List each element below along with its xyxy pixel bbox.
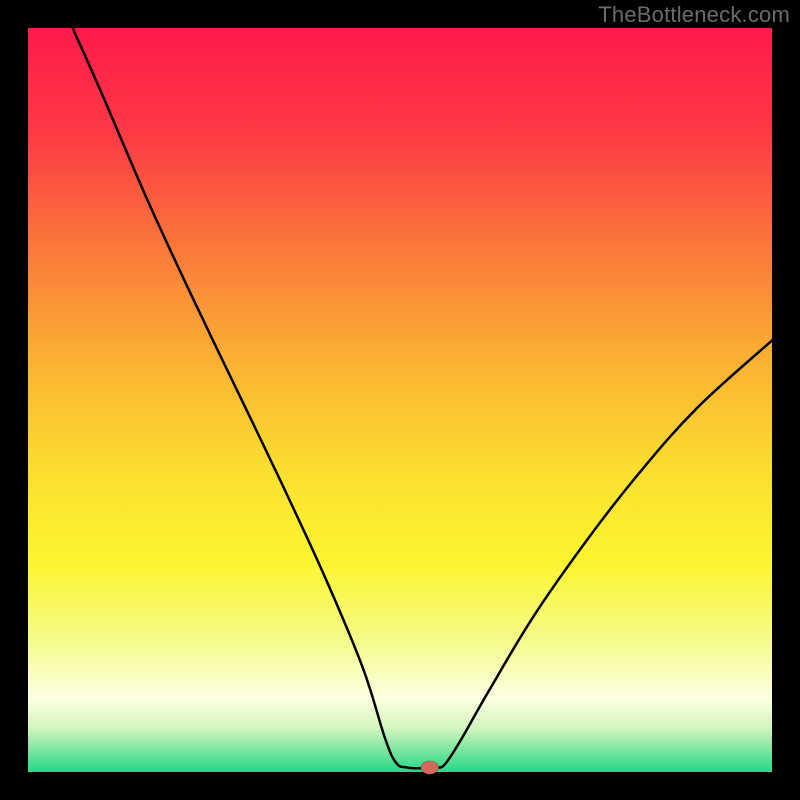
bottleneck-chart: TheBottleneck.com bbox=[0, 0, 800, 800]
optimal-point-marker bbox=[421, 761, 439, 774]
plot-area bbox=[28, 28, 772, 772]
attribution-label: TheBottleneck.com bbox=[598, 2, 790, 28]
chart-canvas bbox=[0, 0, 800, 800]
